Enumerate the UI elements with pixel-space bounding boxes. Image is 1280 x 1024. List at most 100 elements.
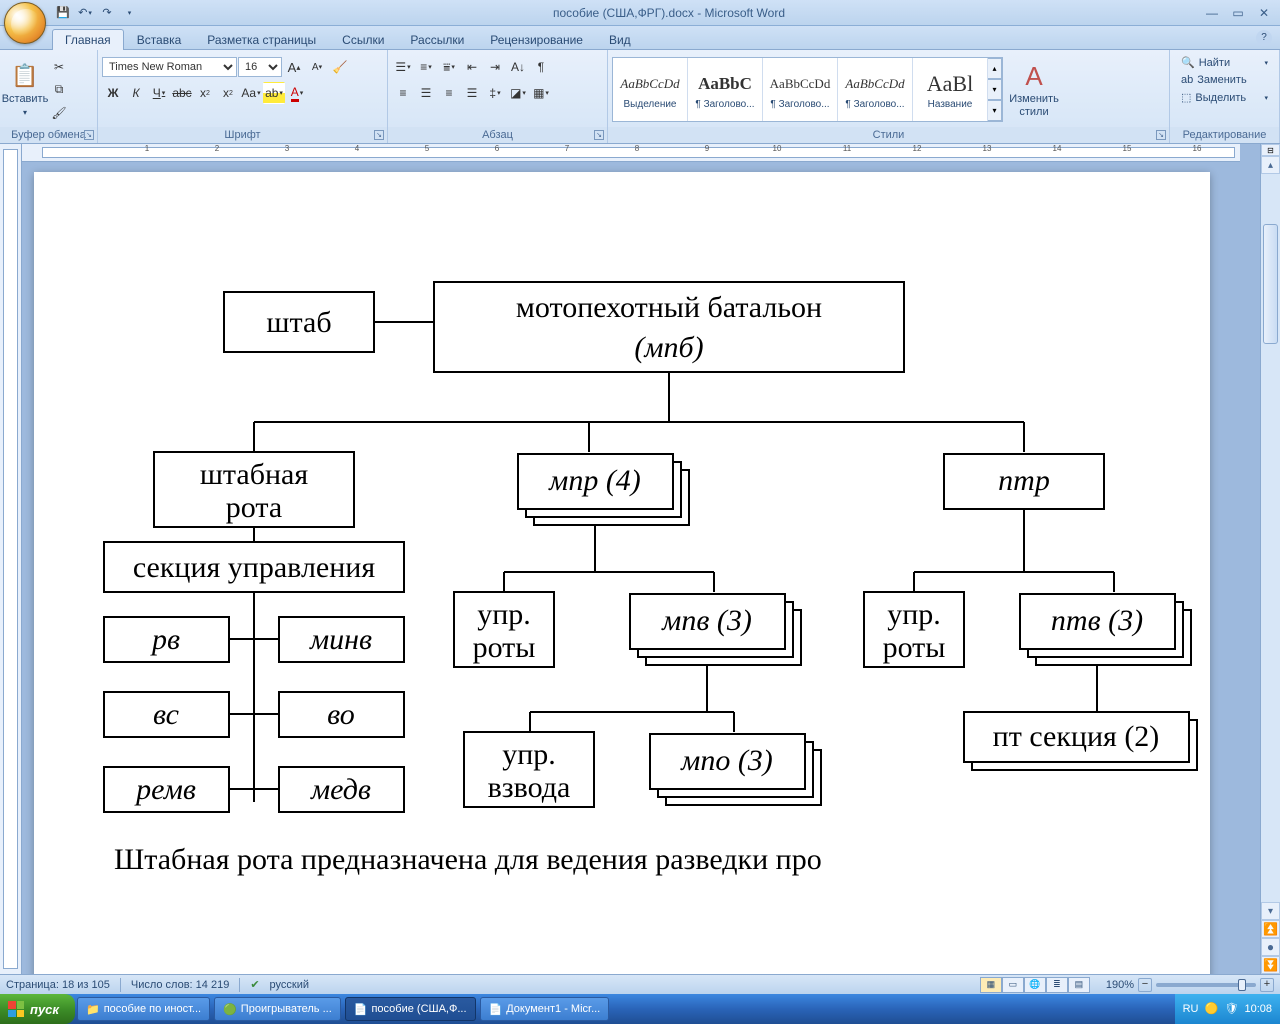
scroll-up-icon[interactable]: ▴: [1261, 156, 1280, 174]
view-web[interactable]: 🌐: [1024, 977, 1046, 993]
align-right-button[interactable]: ≡: [438, 82, 460, 104]
align-center-button[interactable]: ☰: [415, 82, 437, 104]
paste-button[interactable]: 📋 Вставить▾: [4, 55, 46, 125]
style-item-1[interactable]: AaBbC¶ Заголово...: [688, 58, 763, 121]
clipboard-dialog-launcher[interactable]: ↘: [84, 130, 94, 140]
bullets-button[interactable]: ☰▾: [392, 56, 414, 78]
align-left-button[interactable]: ≡: [392, 82, 414, 104]
align-justify-button[interactable]: ☰: [461, 82, 483, 104]
document-page[interactable]: мотопехотный батальон (мпб) штаб штабная: [34, 172, 1210, 974]
view-draft[interactable]: ▤: [1068, 977, 1090, 993]
gallery-more-icon[interactable]: ▾: [988, 100, 1002, 121]
borders-button[interactable]: ▦▾: [530, 82, 552, 104]
tab-mail[interactable]: Рассылки: [397, 29, 477, 50]
horizontal-ruler[interactable]: 12345678910111213141516: [22, 144, 1240, 162]
proofing-icon[interactable]: ✔: [250, 978, 259, 991]
show-marks-button[interactable]: ¶: [530, 56, 552, 78]
close-button[interactable]: ✕: [1252, 4, 1276, 22]
grow-font-icon[interactable]: A▴: [283, 56, 305, 78]
shrink-font-icon[interactable]: A▾: [306, 56, 328, 78]
task-4[interactable]: 📄 Документ1 - Micr...: [480, 997, 610, 1021]
style-item-3[interactable]: AaBbCcDd¶ Заголово...: [838, 58, 913, 121]
style-item-0[interactable]: AaBbCcDdВыделение: [613, 58, 688, 121]
view-full-screen[interactable]: ▭: [1002, 977, 1024, 993]
status-lang[interactable]: русский: [270, 979, 309, 991]
font-color-button[interactable]: A▾: [286, 82, 308, 104]
gallery-down-icon[interactable]: ▾: [988, 79, 1002, 100]
zoom-out-button[interactable]: −: [1138, 978, 1152, 992]
tray-clock[interactable]: 10:08: [1244, 1003, 1272, 1015]
clear-format-icon[interactable]: 🧹: [329, 56, 351, 78]
replace-button[interactable]: abЗаменить: [1174, 72, 1275, 88]
qat-customize-icon[interactable]: ▾: [120, 4, 138, 22]
dec-indent-button[interactable]: ⇤: [461, 56, 483, 78]
task-2[interactable]: 🟢 Проигрыватель ...: [214, 997, 341, 1021]
select-button[interactable]: ⬚Выделить▾: [1174, 89, 1275, 106]
scroll-track[interactable]: [1261, 174, 1280, 902]
numbering-button[interactable]: ≡▾: [415, 56, 437, 78]
underline-button[interactable]: Ч▾: [148, 82, 170, 104]
styles-gallery[interactable]: AaBbCcDdВыделение AaBbC¶ Заголово... AaB…: [612, 57, 1003, 122]
view-print-layout[interactable]: ▦: [980, 977, 1002, 993]
gallery-up-icon[interactable]: ▴: [988, 58, 1002, 79]
subscript-button[interactable]: x2: [194, 82, 216, 104]
multilevel-button[interactable]: ⩸▾: [438, 56, 460, 78]
office-button[interactable]: [4, 2, 46, 44]
zoom-thumb[interactable]: [1238, 979, 1246, 991]
browse-prev-icon[interactable]: ⏫: [1261, 920, 1280, 938]
zoom-slider[interactable]: [1156, 983, 1256, 987]
task-1[interactable]: 📁 пособие по иност...: [77, 997, 210, 1021]
scroll-down-icon[interactable]: ▾: [1261, 902, 1280, 920]
cut-icon[interactable]: ✂: [48, 56, 70, 78]
highlight-button[interactable]: ab▾: [263, 82, 285, 104]
status-words[interactable]: Число слов: 14 219: [131, 979, 229, 991]
font-size-combo[interactable]: 16: [238, 57, 282, 77]
change-styles-button[interactable]: A Изменить стили: [1005, 55, 1063, 125]
sort-button[interactable]: A↓: [507, 56, 529, 78]
style-item-4[interactable]: AaBlНазвание: [913, 58, 988, 121]
tray-icon-1[interactable]: 🟡: [1204, 1002, 1218, 1016]
status-page[interactable]: Страница: 18 из 105: [6, 979, 110, 991]
tab-review[interactable]: Рецензирование: [477, 29, 596, 50]
style-item-2[interactable]: AaBbCcDd¶ Заголово...: [763, 58, 838, 121]
bold-button[interactable]: Ж: [102, 82, 124, 104]
task-3[interactable]: 📄 пособие (США,Ф...: [345, 997, 476, 1021]
font-dialog-launcher[interactable]: ↘: [374, 130, 384, 140]
shading-button[interactable]: ◪▾: [507, 82, 529, 104]
line-spacing-button[interactable]: ‡▾: [484, 82, 506, 104]
font-name-combo[interactable]: Times New Roman: [102, 57, 237, 77]
restore-button[interactable]: ▭: [1226, 4, 1250, 22]
start-button[interactable]: пуск: [0, 994, 75, 1024]
para-dialog-launcher[interactable]: ↘: [594, 130, 604, 140]
tab-layout[interactable]: Разметка страницы: [194, 29, 329, 50]
tab-home[interactable]: Главная: [52, 29, 124, 50]
zoom-in-button[interactable]: +: [1260, 978, 1274, 992]
tray-lang[interactable]: RU: [1183, 1003, 1199, 1015]
tab-refs[interactable]: Ссылки: [329, 29, 397, 50]
change-case-button[interactable]: Aa▾: [240, 82, 262, 104]
copy-icon[interactable]: ⧉: [48, 79, 70, 101]
tray-icon-2[interactable]: 🛡: [1224, 1002, 1238, 1016]
inc-indent-button[interactable]: ⇥: [484, 56, 506, 78]
vertical-scrollbar[interactable]: ⊟ ▴ ▾ ⏫ ● ⏬: [1260, 144, 1280, 974]
strike-button[interactable]: abc: [171, 82, 193, 104]
italic-button[interactable]: К: [125, 82, 147, 104]
minimize-button[interactable]: —: [1200, 4, 1224, 22]
tab-view[interactable]: Вид: [596, 29, 644, 50]
redo-icon[interactable]: ↷: [98, 4, 116, 22]
scroll-thumb[interactable]: [1263, 224, 1278, 344]
superscript-button[interactable]: x2: [217, 82, 239, 104]
undo-icon[interactable]: ↶▾: [76, 4, 94, 22]
format-painter-icon[interactable]: 🖌: [48, 102, 70, 124]
zoom-value[interactable]: 190%: [1106, 979, 1134, 991]
browse-object-icon[interactable]: ●: [1261, 938, 1280, 956]
styles-dialog-launcher[interactable]: ↘: [1156, 130, 1166, 140]
view-outline[interactable]: ≣: [1046, 977, 1068, 993]
find-button[interactable]: 🔍Найти▾: [1174, 54, 1275, 71]
browse-next-icon[interactable]: ⏬: [1261, 956, 1280, 974]
ruler-toggle-icon[interactable]: ⊟: [1261, 144, 1280, 156]
vertical-ruler[interactable]: [0, 144, 22, 974]
save-icon[interactable]: 💾: [54, 4, 72, 22]
tab-insert[interactable]: Вставка: [124, 29, 195, 50]
help-icon[interactable]: ?: [1256, 30, 1272, 46]
